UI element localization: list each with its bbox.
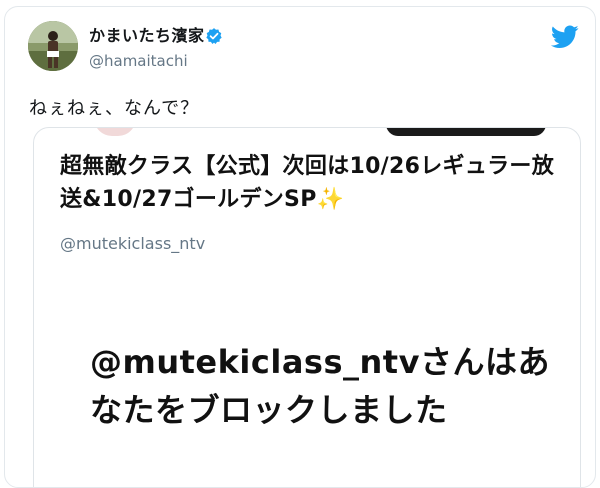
sparkles-emoji: ✨	[316, 187, 345, 212]
verified-badge-icon	[206, 28, 222, 44]
quoted-account-name[interactable]: 超無敵クラス【公式】次回は10/26レギュラー放送&10/27ゴールデンSP✨	[60, 150, 560, 216]
avatar-photo-icon	[28, 21, 78, 71]
blocked-notice: @mutekiclass_ntvさんはあなたをブロックしました	[90, 343, 550, 429]
quoted-follow-button-partial	[386, 128, 546, 136]
author-avatar[interactable]	[28, 21, 78, 71]
tweet-text: ねぇねぇ、なんで？	[29, 98, 200, 119]
author-display-name[interactable]: かまいたち濱家	[89, 26, 205, 46]
twitter-bird-icon[interactable]	[551, 25, 579, 49]
tweet-card: かまいたち濱家 @hamaitachi ねぇねぇ、なんで？ 超無敵クラス【公式】…	[4, 6, 596, 488]
quoted-avatar-partial	[94, 128, 136, 136]
quoted-account-name-text: 超無敵クラス【公式】次回は10/26レギュラー放送&10/27ゴールデンSP	[60, 154, 555, 212]
quoted-account-handle[interactable]: @mutekiclass_ntv	[60, 234, 205, 254]
author-handle[interactable]: @hamaitachi	[89, 52, 188, 70]
quoted-tweet-card[interactable]: 超無敵クラス【公式】次回は10/26レギュラー放送&10/27ゴールデンSP✨ …	[33, 127, 581, 487]
